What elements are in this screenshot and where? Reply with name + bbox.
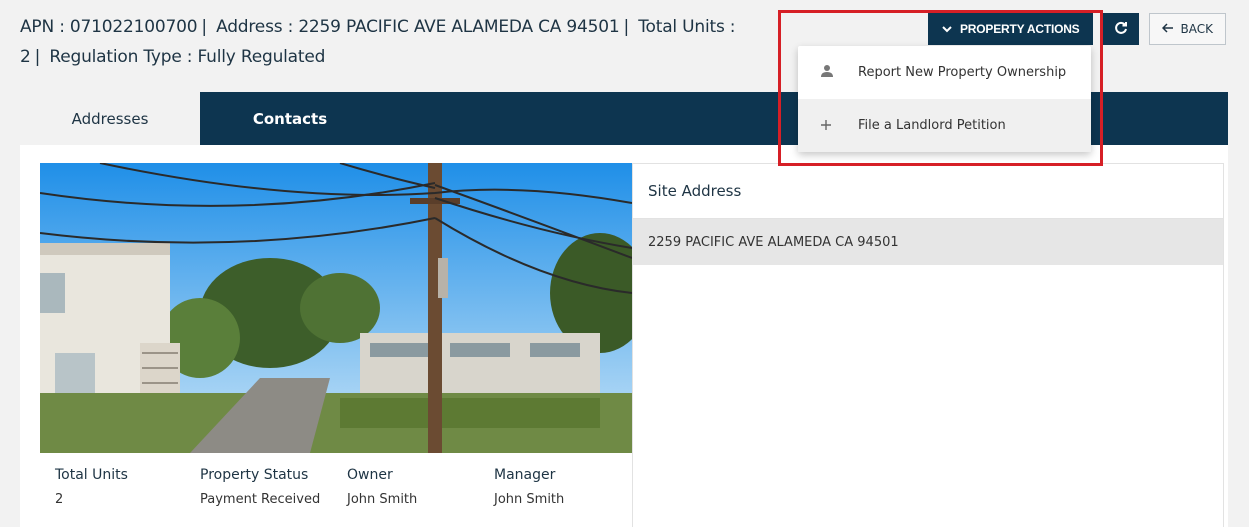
menu-item-landlord-petition[interactable]: File a Landlord Petition xyxy=(798,99,1091,152)
stat-label: Owner xyxy=(347,467,393,483)
stat-label: Property Status xyxy=(200,467,309,483)
apn-text: APN : 071022100700 xyxy=(20,17,198,37)
addresses-panel: Total Units 2 Property Status Payment Re… xyxy=(20,145,1228,527)
tab-addresses[interactable]: Addresses xyxy=(20,92,200,145)
property-actions-menu: Report New Property Ownership File a Lan… xyxy=(798,46,1091,152)
total-units-label: Total Units : xyxy=(638,17,736,37)
stat-value: John Smith xyxy=(347,492,418,507)
arrow-left-icon xyxy=(1162,22,1174,36)
regulation-text: Regulation Type : Fully Regulated xyxy=(49,47,326,67)
street-view-photo xyxy=(40,163,632,453)
property-header: APN : 071022100700 | Address : 2259 PACIF… xyxy=(20,17,736,67)
stat-property-status: Property Status Payment Received xyxy=(200,453,320,507)
property-stats: Total Units 2 Property Status Payment Re… xyxy=(40,453,632,527)
back-label: BACK xyxy=(1180,22,1213,36)
tab-contacts[interactable]: Contacts xyxy=(200,92,380,145)
menu-item-label: File a Landlord Petition xyxy=(858,118,1006,133)
back-button[interactable]: BACK xyxy=(1149,13,1226,45)
top-actions: PROPERTY ACTIONS BACK xyxy=(928,13,1226,45)
stat-value: 2 xyxy=(55,492,64,507)
refresh-button[interactable] xyxy=(1103,13,1140,45)
menu-item-label: Report New Property Ownership xyxy=(858,65,1067,80)
refresh-icon xyxy=(1114,20,1128,39)
stat-owner: Owner John Smith xyxy=(347,453,417,507)
site-address-row[interactable]: 2259 PACIFIC AVE ALAMEDA CA 94501 xyxy=(633,219,1223,265)
menu-item-report-ownership[interactable]: Report New Property Ownership xyxy=(798,46,1091,99)
plus-icon xyxy=(820,116,858,135)
site-address-heading: Site Address xyxy=(633,164,1223,219)
stat-value: John Smith xyxy=(494,492,565,507)
address-text: Address : 2259 PACIFIC AVE ALAMEDA CA 94… xyxy=(216,17,620,37)
site-address-panel: Site Address 2259 PACIFIC AVE ALAMEDA CA… xyxy=(632,163,1224,527)
total-units-value: 2 xyxy=(20,47,31,67)
stat-total-units: Total Units 2 xyxy=(55,453,128,507)
stat-manager: Manager John Smith xyxy=(494,453,564,507)
chevron-down-icon xyxy=(942,22,952,36)
property-actions-label: PROPERTY ACTIONS xyxy=(960,22,1080,36)
person-icon xyxy=(820,63,858,82)
stat-label: Manager xyxy=(494,467,556,483)
property-actions-button[interactable]: PROPERTY ACTIONS xyxy=(928,13,1094,45)
stat-value: Payment Received xyxy=(200,492,321,507)
stat-label: Total Units xyxy=(55,467,128,483)
